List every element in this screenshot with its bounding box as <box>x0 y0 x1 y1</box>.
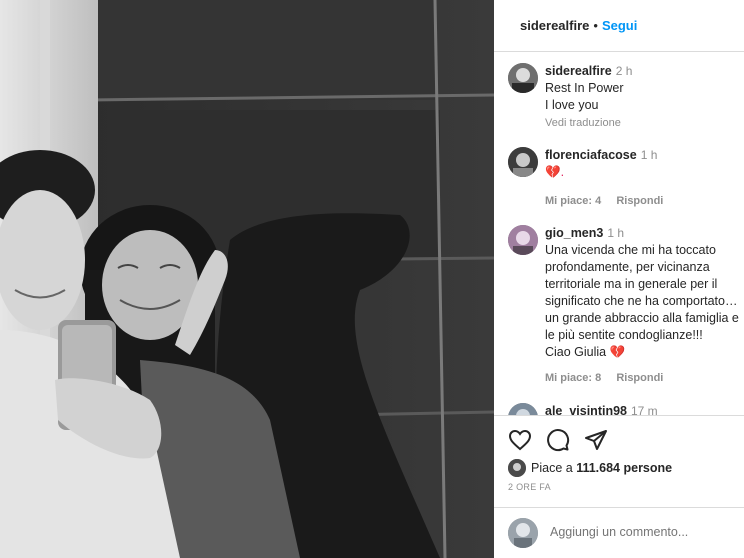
comment-time[interactable]: 1 h <box>641 148 658 162</box>
avatar <box>508 518 538 548</box>
avatar-image-icon <box>508 225 538 255</box>
follow-button[interactable]: Segui <box>602 18 637 33</box>
comment-username[interactable]: florenciafacose <box>545 148 637 162</box>
author-username[interactable]: siderealfire <box>520 18 589 33</box>
avatar[interactable] <box>508 403 538 415</box>
avatar-image-icon <box>508 403 538 415</box>
avatar-image-icon <box>508 459 526 477</box>
comment-username[interactable]: siderealfire <box>545 64 612 78</box>
comment-text-line: significato che ne ha comportato… <box>545 294 738 308</box>
comment-time[interactable]: 17 m <box>631 404 658 415</box>
likes-count[interactable]: 111.684 <box>576 461 620 475</box>
comment-text-line: Rest In Power <box>545 81 624 95</box>
comment-text-line: un grande abbraccio alla famiglia e <box>545 311 739 325</box>
comment-text-line: profondamente, per vicinanza <box>545 260 710 274</box>
post-actions <box>508 428 608 452</box>
comment-text-line: le più sentite condoglianze!!! <box>545 328 703 342</box>
avatar[interactable] <box>508 63 538 93</box>
post-timestamp: 2 ORE FA <box>508 482 551 492</box>
post-header: siderealfire • Segui <box>494 0 744 52</box>
avatar[interactable] <box>508 147 538 177</box>
comment-icon[interactable] <box>546 428 570 452</box>
comment-time[interactable]: 2 h <box>616 64 633 78</box>
avatar-image-icon <box>508 518 538 548</box>
see-translation-button[interactable]: Vedi traduzione <box>545 117 621 129</box>
add-comment-bar <box>494 508 744 558</box>
comment-likes-count[interactable]: Mi piace: 8 <box>545 372 601 384</box>
comment-username[interactable]: gio_men3 <box>545 226 603 240</box>
comment-time[interactable]: 1 h <box>607 226 624 240</box>
avatar-image-icon <box>508 63 538 93</box>
avatar[interactable] <box>508 225 538 255</box>
comment-text-line: I love you <box>545 98 599 112</box>
comment-text-line: Una vicenda che mi ha toccato <box>545 243 716 257</box>
post-image <box>0 0 494 558</box>
likes-summary[interactable]: Piace a 111.684 persone <box>508 459 672 477</box>
likes-suffix[interactable]: persone <box>623 461 672 475</box>
share-icon[interactable] <box>584 428 608 452</box>
divider <box>494 415 744 416</box>
comment-text-line: Ciao Giulia 💔 <box>545 345 626 359</box>
separator-dot: • <box>593 18 598 33</box>
comments-list[interactable]: siderealfire 2 h Rest In Power I love you… <box>494 53 744 415</box>
post-photo[interactable] <box>0 0 494 558</box>
liker-avatar[interactable] <box>508 459 526 477</box>
comment-text-line: 💔. <box>545 165 565 179</box>
likes-prefix: Piace a <box>531 461 573 475</box>
comment-likes-count[interactable]: Mi piace: 4 <box>545 195 601 207</box>
reply-button[interactable]: Rispondi <box>616 195 663 207</box>
post-side-panel: siderealfire • Segui siderealfire 2 h Res… <box>494 0 744 558</box>
reply-button[interactable]: Rispondi <box>616 372 663 384</box>
comment-username[interactable]: ale_visintin98 <box>545 404 627 415</box>
avatar-image-icon <box>508 147 538 177</box>
comment-text-line: territoriale ma in generale per il <box>545 277 718 291</box>
likes-text: Piace a 111.684 persone <box>531 461 672 475</box>
add-comment-input[interactable] <box>550 525 730 539</box>
heart-icon[interactable] <box>508 428 532 452</box>
